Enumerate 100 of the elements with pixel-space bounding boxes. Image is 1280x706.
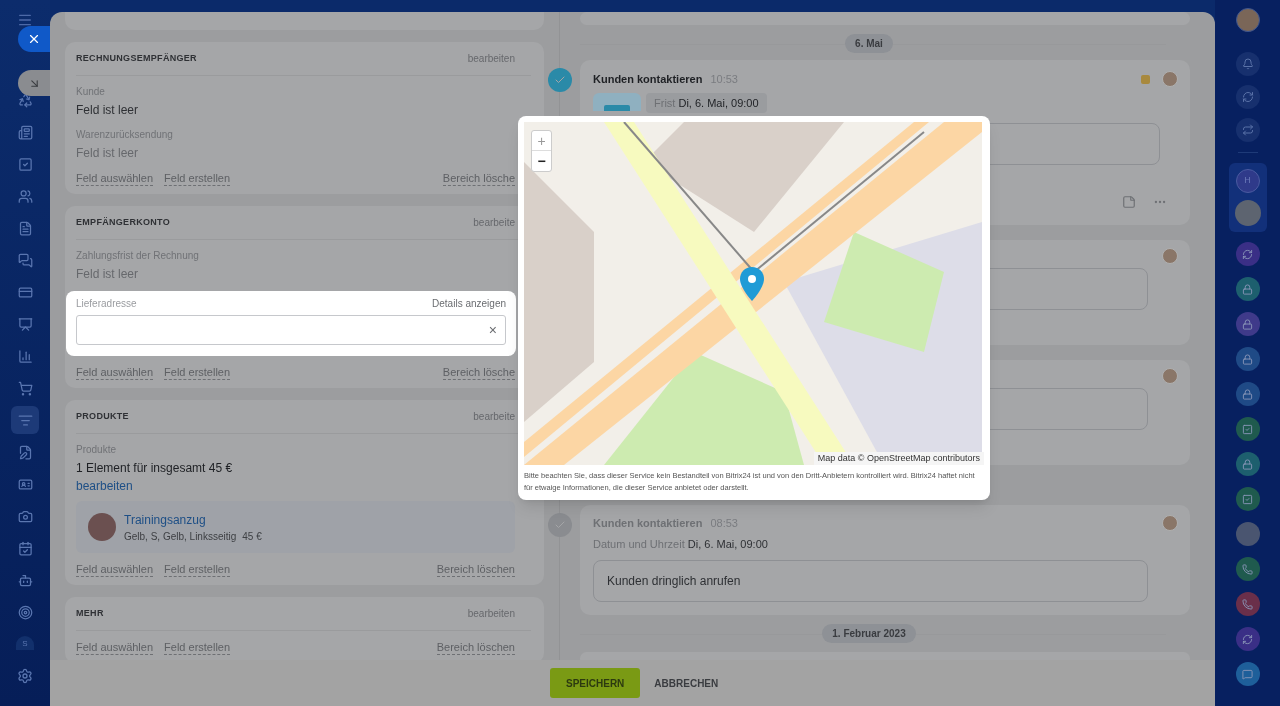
notifications-button[interactable]	[1235, 52, 1260, 76]
chat-button[interactable]	[1235, 627, 1260, 651]
note-field: Kunden dringlich anrufen	[593, 560, 1148, 602]
calendar-icon[interactable]	[17, 540, 33, 556]
exchange-icon	[1241, 124, 1254, 136]
chat-button[interactable]	[1235, 242, 1260, 266]
edit-link[interactable]: bearbeiten	[467, 51, 515, 66]
chat-icon	[1242, 668, 1253, 680]
cart-icon[interactable]	[17, 380, 33, 396]
chat-button[interactable]	[1235, 487, 1260, 511]
select-field-link[interactable]: Feld auswählen	[76, 641, 154, 655]
photo-placeholder	[88, 513, 116, 541]
sync-icon	[1242, 633, 1253, 645]
field-value: Feld ist leer	[76, 102, 140, 119]
avatar[interactable]	[1235, 522, 1260, 546]
chat-button[interactable]	[1235, 347, 1260, 371]
create-field-link[interactable]: Feld erstellen	[164, 563, 231, 577]
field-value: Feld ist leer	[76, 145, 140, 162]
chat-button[interactable]	[1235, 312, 1260, 336]
delete-section-link[interactable]: Bereich löschen	[436, 641, 515, 655]
phone-icon	[1242, 563, 1253, 575]
filter-icon[interactable]	[17, 412, 33, 428]
chat-button[interactable]	[1235, 662, 1260, 686]
check-icon[interactable]	[548, 68, 572, 92]
checkbox-icon[interactable]	[17, 156, 33, 172]
id-card-icon[interactable]	[17, 476, 33, 492]
product-price: 45 €	[242, 529, 262, 544]
lock-icon	[1242, 388, 1253, 400]
group-letter[interactable]: H	[1235, 169, 1260, 193]
recycle-icon[interactable]	[17, 92, 33, 108]
create-field-link[interactable]: Feld erstellen	[164, 172, 231, 186]
robot-icon[interactable]	[17, 572, 33, 588]
close-button[interactable]	[18, 26, 50, 52]
select-field-link[interactable]: Feld auswählen	[76, 172, 154, 186]
delete-section-link[interactable]: Bereich lösche	[442, 172, 515, 186]
edit-link[interactable]: bearbeite	[473, 409, 515, 424]
checkbox-icon	[1242, 493, 1253, 505]
chat-button[interactable]	[1235, 382, 1260, 406]
newspaper-icon[interactable]	[17, 124, 33, 140]
file-edit-icon[interactable]	[17, 444, 33, 460]
avatar	[1162, 248, 1178, 264]
presentation-icon[interactable]	[17, 316, 33, 332]
avatar	[1162, 515, 1178, 532]
chat-button[interactable]	[1235, 277, 1260, 301]
details-link[interactable]: Details anzeigen	[432, 296, 506, 311]
edit-link[interactable]: bearbeiten	[467, 606, 515, 621]
bell-icon	[1241, 58, 1254, 70]
edit-link[interactable]: bearbeite	[473, 215, 515, 230]
avatar[interactable]	[1235, 8, 1260, 32]
sync-icon	[1242, 248, 1253, 260]
calendar-badge-icon[interactable]	[593, 92, 641, 111]
create-field-link[interactable]: Feld erstellen	[164, 641, 231, 655]
delete-section-link[interactable]: Bereich lösche	[442, 366, 515, 380]
chat-icon[interactable]	[17, 252, 33, 268]
section-title: MEHR	[76, 606, 104, 620]
lock-icon	[1242, 353, 1253, 365]
exchange-button[interactable]	[1235, 118, 1260, 142]
bar-chart-icon[interactable]	[17, 348, 33, 364]
avatar	[1162, 71, 1178, 88]
zoom-out-button[interactable]: −	[532, 151, 551, 171]
checkbox-icon	[1242, 423, 1253, 435]
product-name[interactable]: Trainingsanzug	[124, 510, 262, 529]
activity-title: Kunden kontaktieren	[593, 72, 703, 87]
date-pill: 1. Februar 2023	[822, 624, 916, 643]
select-field-link[interactable]: Feld auswählen	[76, 366, 154, 380]
date-pill: 6. Mai	[845, 34, 893, 53]
users-icon[interactable]	[17, 188, 33, 204]
target-icon[interactable]	[17, 604, 33, 620]
check-icon[interactable]	[548, 513, 572, 537]
card-icon[interactable]	[17, 284, 33, 300]
chat-button[interactable]	[1235, 557, 1260, 581]
section-title: RECHNUNGSEMPFÄNGER	[76, 51, 197, 65]
cancel-button[interactable]: ABBRECHEN	[650, 668, 723, 698]
field-value: Feld ist leer	[76, 266, 140, 283]
address-input[interactable]: ×	[76, 315, 506, 345]
save-button[interactable]: SPEICHERN	[550, 668, 641, 698]
camera-icon[interactable]	[17, 508, 33, 524]
chat-button[interactable]	[1235, 417, 1260, 441]
close-icon	[27, 32, 41, 46]
avatar[interactable]	[1234, 200, 1261, 226]
field-label: Lieferadresse	[76, 297, 137, 311]
settings-icon[interactable]	[17, 668, 33, 684]
chat-button[interactable]	[1235, 452, 1260, 476]
document-icon[interactable]	[17, 220, 33, 236]
lock-icon	[1242, 318, 1253, 330]
menu-icon[interactable]	[17, 12, 33, 28]
edit-products-link[interactable]: bearbeiten	[76, 477, 515, 495]
product-variant: Gelb, S, Gelb, Linksseitig	[124, 529, 237, 544]
clear-button[interactable]: ×	[488, 319, 497, 341]
chat-button[interactable]	[1235, 592, 1260, 616]
section-title: EMPFÄNGERKONTO	[76, 215, 171, 229]
collapse-button[interactable]	[18, 70, 50, 96]
select-field-link[interactable]: Feld auswählen	[76, 563, 154, 577]
zoom-in-button[interactable]: +	[532, 131, 551, 151]
sync-button[interactable]	[1235, 85, 1260, 109]
note-icon[interactable]	[1122, 195, 1136, 209]
delete-section-link[interactable]: Bereich löschen	[436, 563, 515, 577]
create-field-link[interactable]: Feld erstellen	[164, 366, 231, 380]
section-title: PRODUKTE	[76, 409, 129, 423]
sync-icon	[1241, 91, 1254, 103]
